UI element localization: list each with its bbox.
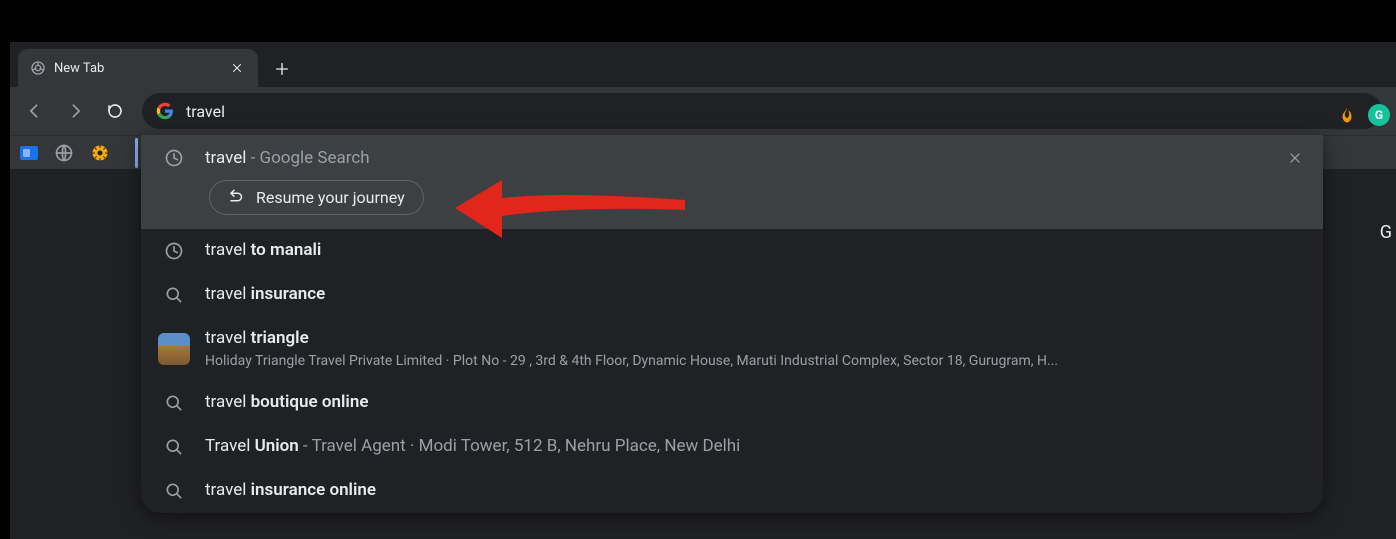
forward-button[interactable] xyxy=(58,94,92,128)
suggestion-text: travel - Google Search xyxy=(205,147,1265,170)
suggestion-text: travel insurance online xyxy=(205,479,1305,502)
suggestion-text: travel triangleHoliday Triangle Travel P… xyxy=(205,327,1305,371)
suggestion-row[interactable]: travel insurance online xyxy=(141,469,1323,513)
suggestion-row[interactable]: travel boutique online xyxy=(141,381,1323,425)
suggestion-text: travel insurance xyxy=(205,283,1305,306)
suggestion-row[interactable]: travel to manali xyxy=(141,229,1323,273)
extension-icons: G xyxy=(1336,104,1390,126)
search-icon xyxy=(163,436,185,458)
search-icon xyxy=(163,392,185,414)
tab-close-button[interactable] xyxy=(228,59,246,77)
new-tab-button[interactable] xyxy=(268,55,296,83)
bookmark-item-3[interactable] xyxy=(90,143,110,163)
suggestion-row[interactable]: travel - Google Search Resume your journe… xyxy=(141,135,1323,229)
clock-icon xyxy=(163,240,185,262)
omnibox-input[interactable] xyxy=(186,102,1368,121)
bookmarks-indicator xyxy=(135,138,138,168)
omnibox-suggestions: travel - Google Search Resume your journe… xyxy=(141,135,1323,513)
tab-strip: New Tab xyxy=(10,42,1396,87)
browser-window: New Tab xyxy=(10,42,1396,539)
suggestion-text: Travel Union - Travel Agent · Modi Tower… xyxy=(205,435,1305,458)
bookmark-item-2[interactable] xyxy=(54,143,74,163)
suggestion-row[interactable]: travel triangleHoliday Triangle Travel P… xyxy=(141,317,1323,381)
tab-favicon-icon xyxy=(30,60,46,76)
extension-grammarly-icon[interactable]: G xyxy=(1368,104,1390,126)
back-button[interactable] xyxy=(18,94,52,128)
extension-flame-icon[interactable] xyxy=(1336,104,1358,126)
toolbar xyxy=(10,87,1396,135)
suggestion-row[interactable]: Travel Union - Travel Agent · Modi Tower… xyxy=(141,425,1323,469)
suggestion-thumbnail xyxy=(158,333,190,365)
tab-title: New Tab xyxy=(54,61,220,76)
clock-icon xyxy=(163,147,185,169)
bookmark-item-1[interactable] xyxy=(20,146,38,160)
suggestion-text: travel to manali xyxy=(205,239,1305,262)
search-icon xyxy=(163,480,185,502)
resume-journey-label: Resume your journey xyxy=(256,188,405,207)
suggestion-text: travel boutique online xyxy=(205,391,1305,414)
side-panel-letter: G xyxy=(1380,222,1392,243)
resume-journey-chip[interactable]: Resume your journey xyxy=(209,180,424,215)
tab-active[interactable]: New Tab xyxy=(18,49,258,87)
suggestion-remove-button[interactable] xyxy=(1285,148,1305,168)
suggestion-row[interactable]: travel insurance xyxy=(141,273,1323,317)
google-g-icon xyxy=(156,102,174,120)
reload-button[interactable] xyxy=(98,94,132,128)
search-icon xyxy=(163,284,185,306)
address-bar[interactable] xyxy=(142,93,1382,129)
